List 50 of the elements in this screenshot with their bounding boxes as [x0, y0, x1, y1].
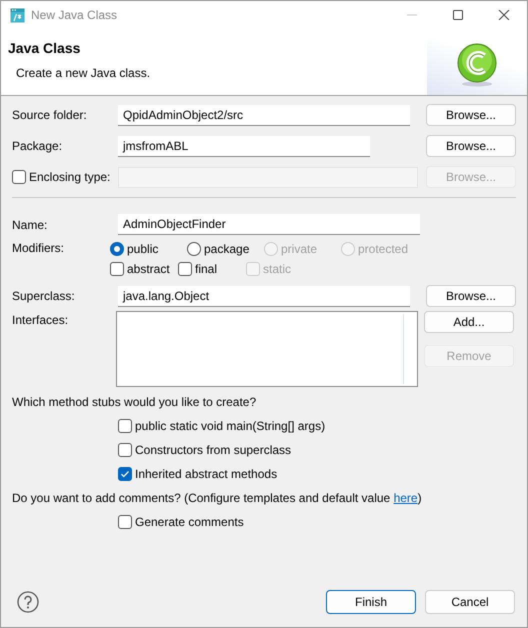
radio-label: package	[204, 241, 250, 258]
name-label: Name:	[12, 216, 48, 234]
dialog-button[interactable]: Finish	[326, 590, 416, 614]
maximize-icon[interactable]	[452, 10, 464, 20]
radio-label: public	[127, 241, 158, 258]
package-field[interactable]: jmsfromABL	[118, 136, 370, 156]
checkbox-label: Constructors from superclass	[135, 442, 292, 459]
check-icon	[120, 469, 130, 479]
radio-label: private	[281, 241, 318, 258]
checkbox[interactable]	[118, 419, 132, 433]
browse-button[interactable]: Browse...	[426, 285, 516, 307]
enclosing-type-label: Enclosing type:	[29, 169, 110, 186]
checkbox[interactable]	[118, 467, 132, 481]
close-icon[interactable]	[498, 10, 510, 20]
checkbox[interactable]	[12, 170, 26, 184]
comments-question: Do you want to add comments? (Configure templates and default value here)	[12, 490, 423, 507]
app-icon	[10, 8, 25, 22]
class-icon	[456, 43, 498, 87]
window-title: New Java Class	[31, 7, 118, 24]
browse-button[interactable]: Browse...	[426, 104, 516, 126]
radio-button[interactable]	[110, 242, 124, 256]
interfaces-list[interactable]	[116, 311, 418, 387]
checkbox-label: Inherited abstract methods	[135, 466, 278, 483]
radio-label: protected	[358, 241, 408, 258]
superclass-label: Superclass:	[12, 288, 76, 305]
checkbox[interactable]	[118, 443, 132, 457]
checkbox-label: abstract	[127, 261, 170, 278]
browse-button[interactable]: Browse...	[426, 135, 516, 157]
source-folder-field[interactable]: QpidAdminObject2/src	[118, 104, 410, 126]
help-icon[interactable]	[17, 591, 39, 613]
checkbox-label: Generate comments	[135, 514, 244, 531]
checkbox[interactable]	[118, 515, 132, 529]
package-label: Package:	[12, 138, 64, 155]
checkbox-label: public static void main(String[] args)	[135, 418, 326, 435]
radio-button[interactable]	[187, 242, 201, 256]
superclass-field[interactable]: java.lang.Object	[118, 286, 410, 306]
modifiers-label: Modifiers:	[12, 240, 66, 257]
method-stubs-question: Which method stubs would you like to create?	[12, 394, 258, 411]
source-folder-label: Source folder:	[12, 107, 88, 124]
add-button[interactable]: Add...	[424, 311, 514, 333]
dialog-button[interactable]: Cancel	[425, 590, 515, 614]
interfaces-label: Interfaces:	[12, 312, 70, 329]
templates-link[interactable]: here	[394, 491, 418, 505]
name-field[interactable]: AdminObjectFinder	[118, 214, 420, 235]
dialog-description: Create a new Java class.	[16, 65, 150, 82]
checkbox[interactable]	[110, 262, 124, 276]
checkbox-label: static	[263, 261, 292, 278]
checkbox[interactable]	[178, 262, 192, 276]
checkbox-label: final	[195, 261, 218, 278]
dialog-title: Java Class	[8, 39, 82, 58]
